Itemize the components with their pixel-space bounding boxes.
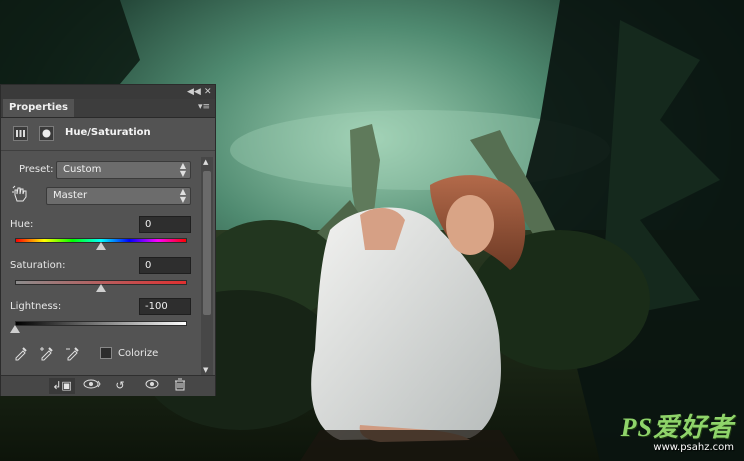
double-chevron-left-icon[interactable]: ◀◀ bbox=[187, 86, 201, 98]
scroll-up-icon[interactable]: ▲ bbox=[203, 158, 208, 166]
properties-panel: ◀◀ ✕ Properties ▾≡ Hue/Saturation Preset… bbox=[0, 84, 216, 396]
eyedropper-icon[interactable] bbox=[13, 345, 29, 361]
visibility-icon[interactable] bbox=[139, 378, 165, 394]
adjustment-header: Hue/Saturation bbox=[1, 118, 215, 151]
view-previous-state-icon[interactable] bbox=[79, 378, 105, 394]
panel-footer: ↲▣ ↺ bbox=[1, 375, 215, 396]
tab-properties[interactable]: Properties bbox=[3, 99, 74, 117]
watermark-logo: PS爱好者 bbox=[620, 413, 734, 442]
scrollbar-thumb[interactable] bbox=[203, 171, 211, 315]
colorize-checkbox[interactable] bbox=[100, 347, 112, 359]
channel-value: Master bbox=[53, 190, 88, 201]
clip-to-layer-icon[interactable]: ↲▣ bbox=[49, 378, 75, 394]
adjustment-title: Hue/Saturation bbox=[65, 127, 151, 138]
lightness-input[interactable]: -100 bbox=[139, 298, 191, 315]
scroll-down-icon[interactable]: ▼ bbox=[203, 366, 208, 374]
saturation-input[interactable]: 0 bbox=[139, 257, 191, 274]
layer-mask-icon[interactable] bbox=[39, 126, 54, 141]
channel-dropdown[interactable]: Master ▲ ▼ bbox=[46, 187, 191, 205]
close-icon[interactable]: ✕ bbox=[204, 86, 212, 98]
preset-label: Preset: bbox=[19, 164, 54, 175]
dropdown-arrows-icon: ▲ ▼ bbox=[179, 187, 186, 204]
preset-value: Custom bbox=[63, 164, 102, 175]
lightness-slider-thumb[interactable] bbox=[10, 325, 20, 333]
hue-slider-thumb[interactable] bbox=[96, 242, 106, 250]
dropdown-arrows-icon: ▲ ▼ bbox=[179, 161, 186, 178]
adjustment-layer-icon[interactable] bbox=[13, 126, 28, 141]
saturation-label: Saturation: bbox=[10, 260, 66, 271]
eyedropper-minus-icon[interactable] bbox=[65, 345, 81, 361]
reset-icon[interactable]: ↺ bbox=[107, 378, 133, 394]
hue-label: Hue: bbox=[10, 219, 34, 230]
lightness-slider-track[interactable] bbox=[15, 321, 187, 326]
panel-scrollbar[interactable]: ▲ ▼ bbox=[201, 157, 213, 375]
panel-tab-row: Properties ▾≡ bbox=[1, 99, 215, 118]
lightness-label: Lightness: bbox=[10, 301, 62, 312]
eyedropper-plus-icon[interactable] bbox=[39, 345, 55, 361]
colorize-label: Colorize bbox=[118, 348, 159, 359]
watermark: PS爱好者 www.psahz.com bbox=[620, 413, 734, 454]
saturation-slider-thumb[interactable] bbox=[96, 284, 106, 292]
panel-top-bar: ◀◀ ✕ bbox=[1, 85, 215, 99]
hue-input[interactable]: 0 bbox=[139, 216, 191, 233]
panel-menu-icon[interactable]: ▾≡ bbox=[198, 102, 210, 112]
trash-icon[interactable] bbox=[167, 378, 193, 394]
preset-dropdown[interactable]: Custom ▲ ▼ bbox=[56, 161, 191, 179]
watermark-url: www.psahz.com bbox=[653, 442, 734, 453]
targeted-adjustment-hand-icon[interactable] bbox=[11, 185, 29, 203]
